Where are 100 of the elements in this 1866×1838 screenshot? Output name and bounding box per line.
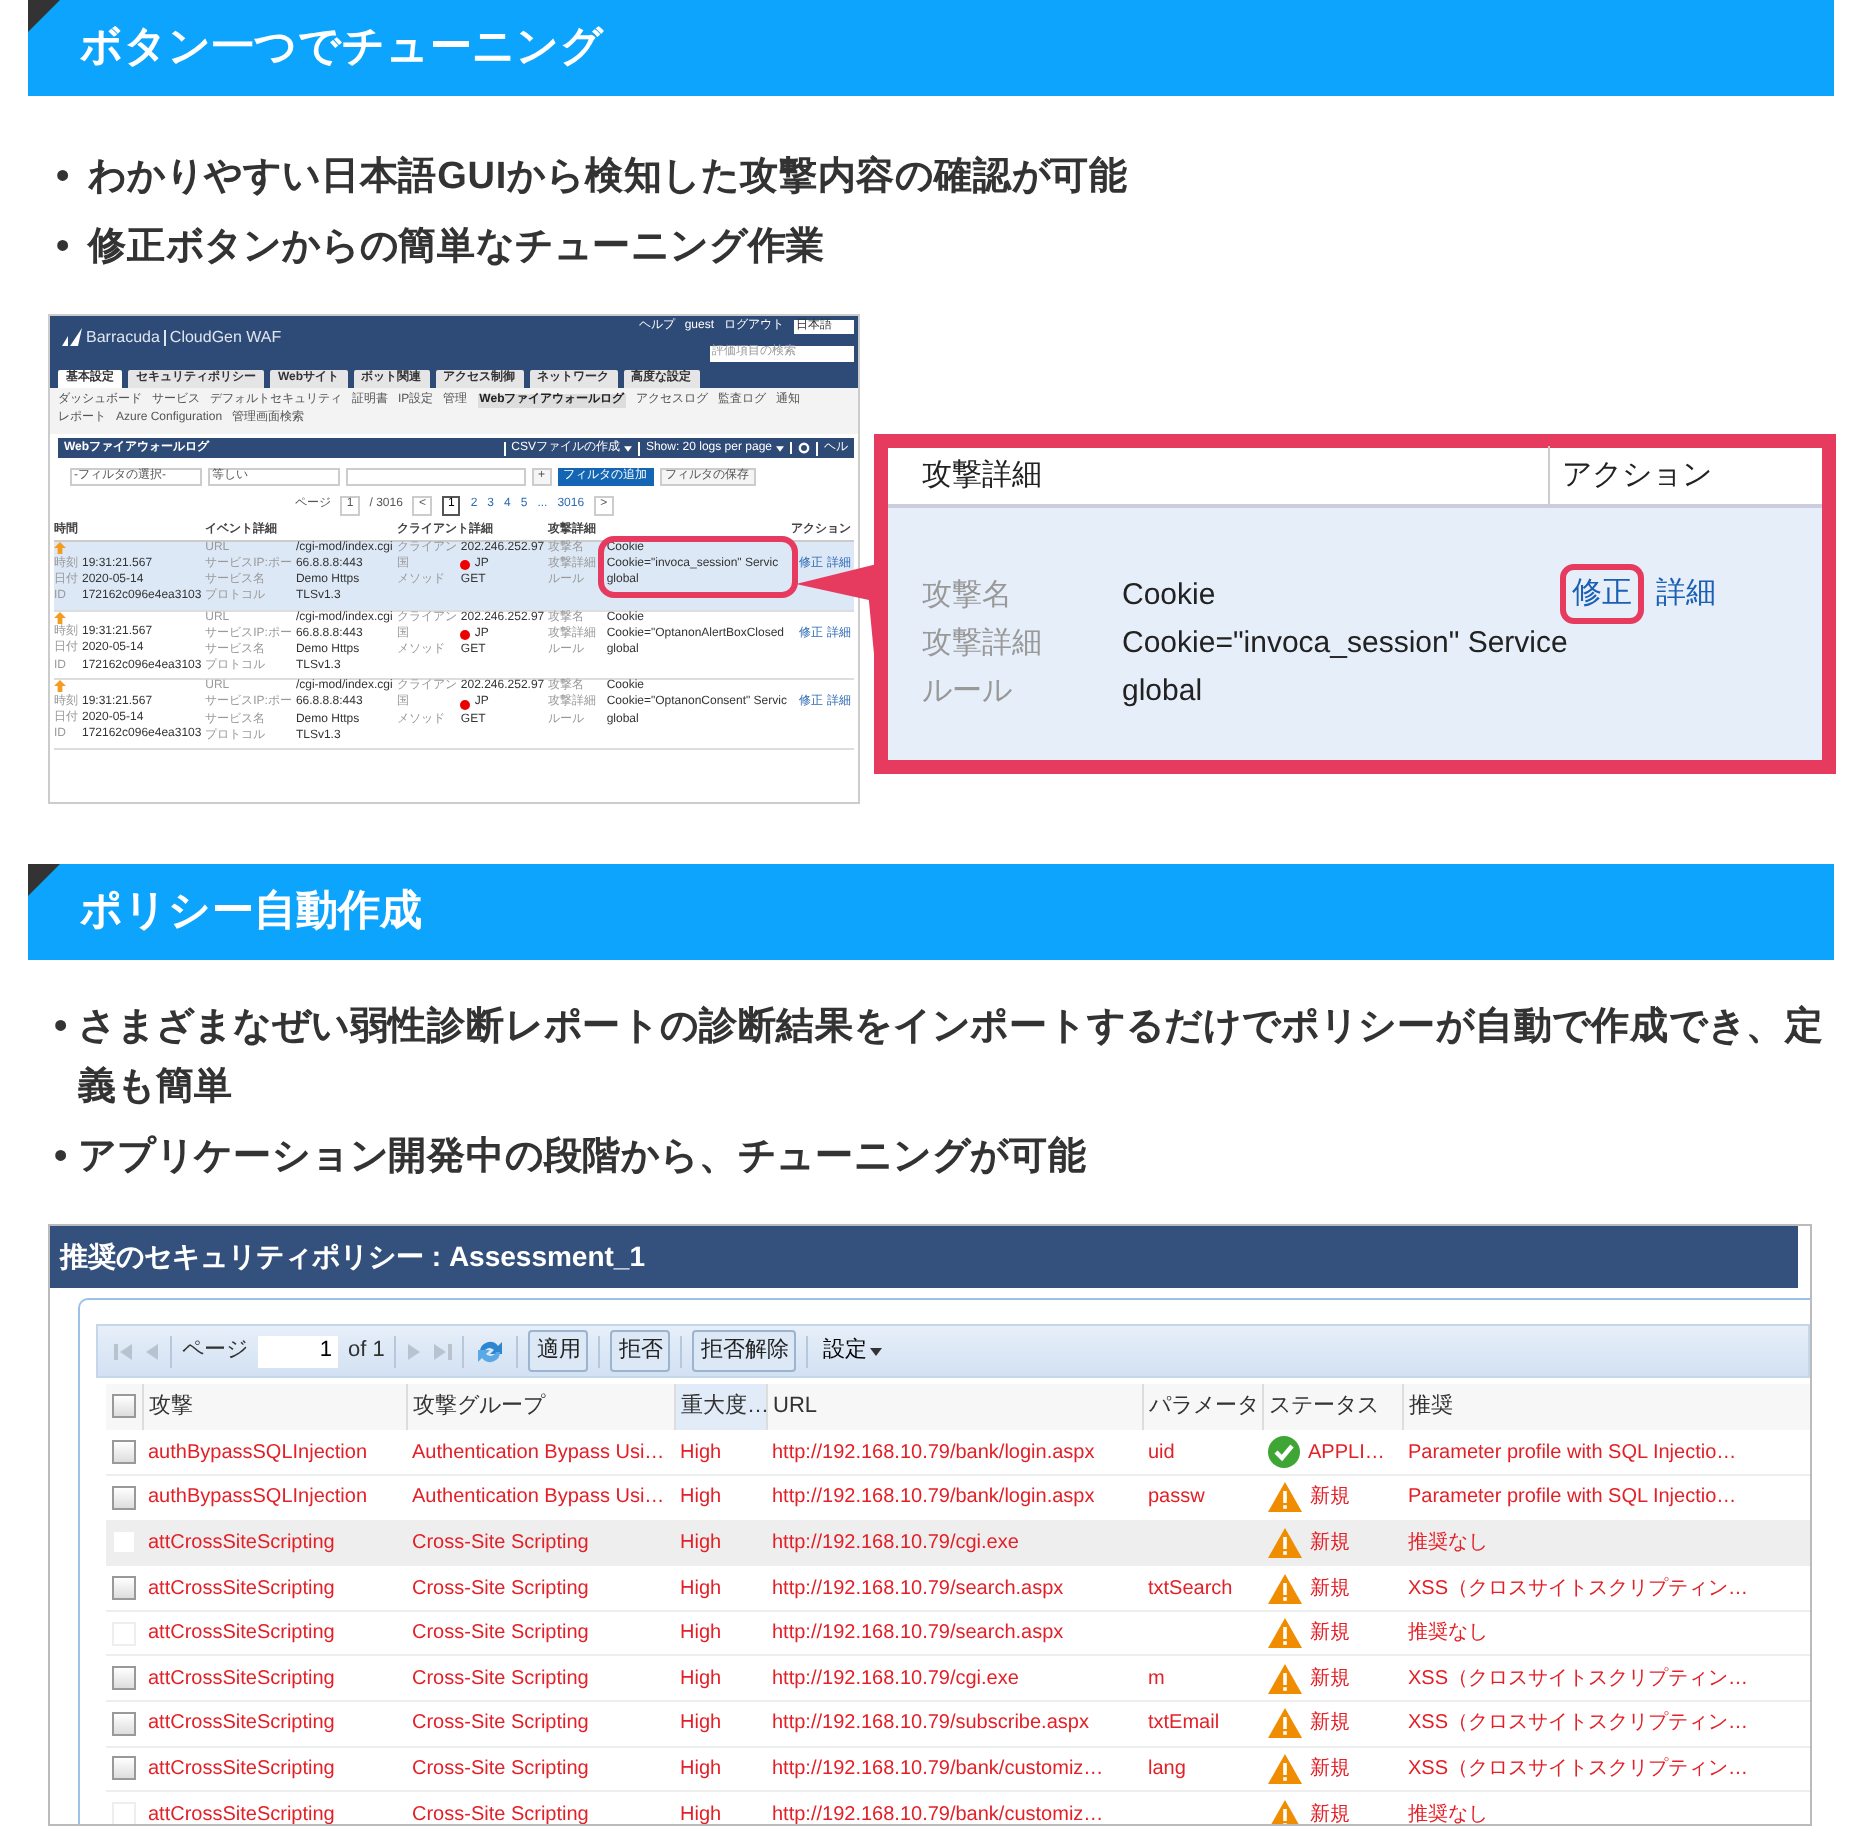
table-cell: 推奨なし	[1402, 1610, 1810, 1656]
settings-icon[interactable]	[798, 442, 810, 455]
table-cell: authBypassSQLInjection	[142, 1475, 406, 1521]
field-label: 攻撃名	[922, 576, 1014, 616]
table-cell: Cross-Site Scripting	[406, 1701, 674, 1747]
caret-icon	[776, 445, 784, 452]
section-title: ボタン一つでチューニング	[80, 22, 604, 74]
bullet: •	[54, 1004, 71, 1052]
status-text: 新規	[1310, 1755, 1350, 1784]
table-cell: attCrossSiteScripting	[142, 1655, 406, 1702]
table-cell: XSS（クロスサイトスクリプティン…	[1402, 1746, 1810, 1792]
up-arrow-icon	[54, 611, 66, 623]
table-cell: Parameter profile with SQL Injectio…	[1402, 1475, 1810, 1521]
toolbar-button[interactable]: 拒否	[610, 1330, 671, 1372]
field-label: 攻撃詳細	[922, 624, 1044, 664]
column-header[interactable]: 攻撃	[142, 1384, 406, 1430]
table-cell: Cross-Site Scripting	[406, 1791, 674, 1824]
status-text: 新規	[1310, 1801, 1350, 1824]
log-row[interactable]	[54, 540, 854, 610]
row-checkbox[interactable]	[112, 1756, 136, 1781]
table-cell: Cross-Site Scripting	[406, 1610, 674, 1656]
status-text: 新規	[1310, 1575, 1350, 1604]
table-cell: txtEmail	[1142, 1701, 1262, 1747]
table-cell: passw	[1142, 1475, 1262, 1521]
bullet-text: さまざまなぜい弱性診断レポートの診断結果をインポートするだけでポリシーが自動で作成でき、定義も簡単	[78, 1003, 1826, 1112]
flag-icon	[460, 560, 471, 571]
toolbar-button[interactable]: 拒否解除	[692, 1330, 797, 1372]
table-cell: High	[674, 1430, 766, 1476]
flag-icon	[460, 699, 471, 710]
table-cell: http://192.168.10.79/search.aspx	[766, 1565, 1142, 1611]
column-header: アクション	[1548, 446, 1712, 506]
table-cell: uid	[1142, 1430, 1262, 1476]
row-checkbox[interactable]	[112, 1439, 136, 1464]
table-cell: Cross-Site Scripting	[406, 1565, 674, 1611]
row-checkbox[interactable]	[112, 1485, 136, 1510]
table-cell: XSS（クロスサイトスクリプティン…	[1402, 1565, 1810, 1611]
column-header[interactable]: ステータス	[1262, 1384, 1402, 1430]
table-cell: High	[674, 1475, 766, 1521]
status-text: 新規	[1310, 1665, 1350, 1694]
column-header[interactable]: 重大度…	[674, 1384, 766, 1430]
table-cell: m	[1142, 1655, 1262, 1702]
table-cell: attCrossSiteScripting	[142, 1791, 406, 1824]
logo-icon	[62, 328, 82, 347]
up-arrow-icon	[54, 680, 66, 693]
select-all-checkbox[interactable]	[112, 1394, 136, 1419]
column-header[interactable]: パラメータ	[1142, 1384, 1262, 1430]
status-text: 新規	[1310, 1529, 1350, 1558]
table-row[interactable]: attCrossSiteScripting Cross-Site Scripting High http://192.168.10.79/cgi.exe m 新規 XSS（クロスサイトスクリプティン…	[106, 1655, 1810, 1702]
page-input[interactable]: 1	[258, 1335, 338, 1367]
bullet: •	[54, 1134, 71, 1182]
row-checkbox[interactable]	[112, 1666, 136, 1691]
table-cell: 推奨なし	[1402, 1791, 1810, 1824]
column-header[interactable]: URL	[766, 1384, 1142, 1430]
toolbar-button[interactable]: 適用	[528, 1330, 589, 1372]
table-cell: attCrossSiteScripting	[142, 1610, 406, 1656]
prev-page-icon[interactable]	[144, 1341, 160, 1361]
table-cell: attCrossSiteScripting	[142, 1565, 406, 1611]
details-link[interactable]: 詳細	[1656, 572, 1716, 617]
brand-name: Barracuda	[86, 328, 160, 348]
table-cell: Cross-Site Scripting	[406, 1520, 674, 1566]
table-cell: Authentication Bypass Usi…	[406, 1475, 674, 1521]
table-row[interactable]: attCrossSiteScripting Cross-Site Scripting High http://192.168.10.79/bank/customiz… lang 新規 XSS（クロスサイトスクリプティン…	[106, 1746, 1810, 1792]
settings-menu[interactable]: 設定	[818, 1334, 887, 1368]
corner-mark	[28, 864, 60, 896]
table-cell: http://192.168.10.79/bank/login.aspx	[766, 1475, 1142, 1521]
table-cell: Cross-Site Scripting	[406, 1746, 674, 1792]
table-row[interactable]: attCrossSiteScripting Cross-Site Scripting High http://192.168.10.79/search.aspx txtSearch 新規 XSS（クロスサイトスクリプティン…	[106, 1565, 1810, 1611]
table-cell: attCrossSiteScripting	[142, 1701, 406, 1747]
log-row[interactable]	[54, 610, 854, 680]
column-header[interactable]: 推奨	[1402, 1384, 1810, 1430]
table-cell: High	[674, 1701, 766, 1747]
filter-input[interactable]	[346, 468, 526, 487]
table-row[interactable]: authBypassSQLInjection Authentication Bypass Usi… High http://192.168.10.79/bank/login.aspx passw 新規 Parameter profile with SQL Injectio…	[106, 1475, 1810, 1521]
column-header: 攻撃詳細	[920, 455, 1044, 496]
next-page-icon[interactable]	[406, 1341, 423, 1361]
fix-link[interactable]: 修正	[1560, 564, 1644, 624]
log-row[interactable]	[54, 679, 854, 749]
bullet: •	[56, 154, 73, 202]
table-cell: http://192.168.10.79/search.aspx	[766, 1610, 1142, 1656]
row-checkbox[interactable]	[112, 1711, 136, 1736]
table-row[interactable]: attCrossSiteScripting Cross-Site Scripting High http://192.168.10.79/subscribe.aspx txtEmail 新規 XSS（クロスサイトスクリプティン…	[106, 1701, 1810, 1747]
table-cell: High	[674, 1565, 766, 1611]
table-cell: High	[674, 1791, 766, 1824]
caret-icon	[870, 1347, 883, 1355]
field-value: global	[1122, 672, 1203, 712]
table-row[interactable]: authBypassSQLInjection Authentication Bypass Usi… High http://192.168.10.79/bank/login.aspx uid APPLI… Parameter profile with SQL Injectio…	[106, 1430, 1810, 1476]
status-text: 新規	[1310, 1709, 1350, 1739]
table-cell: High	[674, 1610, 766, 1656]
last-page-icon[interactable]	[432, 1341, 453, 1361]
row-checkbox[interactable]	[112, 1575, 136, 1600]
bullet-text: 修正ボタンからの簡単なチューニング作業	[88, 224, 826, 272]
table-cell: High	[674, 1655, 766, 1702]
bullet-text: アプリケーション開発中の段階から、チューニングが可能	[78, 1133, 1087, 1182]
first-page-icon[interactable]	[114, 1341, 134, 1361]
column-header[interactable]: 攻撃グループ	[406, 1384, 674, 1430]
table-cell: http://192.168.10.79/bank/customiz…	[766, 1746, 1142, 1792]
product-name: CloudGen WAF	[169, 328, 282, 348]
page-count: of 1	[348, 1336, 385, 1367]
table-cell: XSS（クロスサイトスクリプティン…	[1402, 1655, 1810, 1702]
corner-mark	[28, 0, 60, 32]
